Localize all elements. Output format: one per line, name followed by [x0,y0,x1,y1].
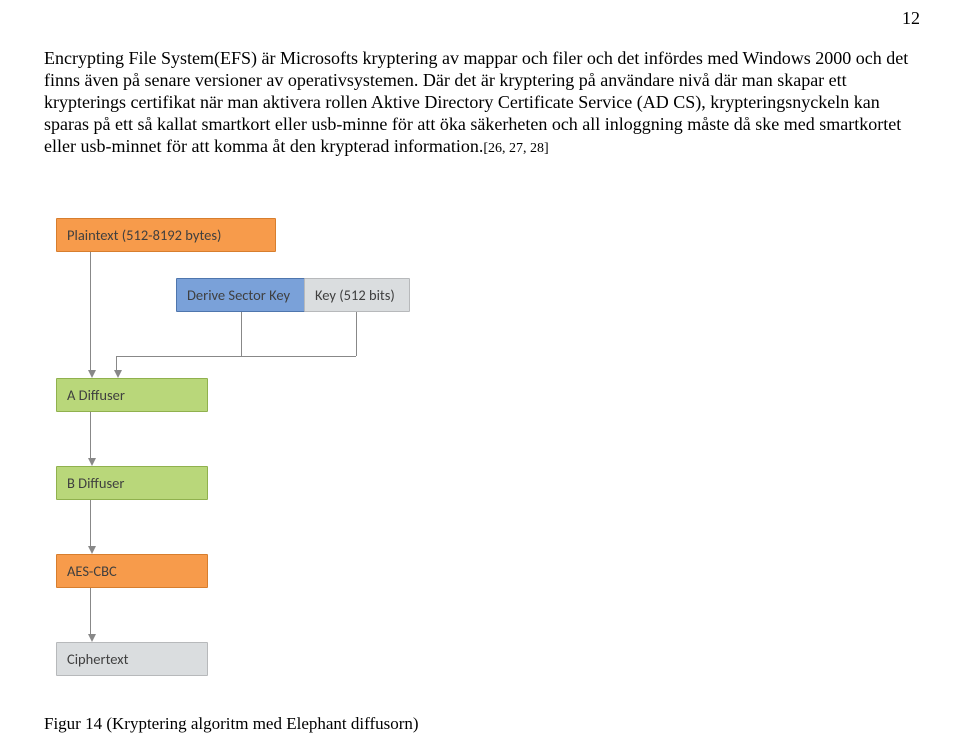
arrowhead-down-icon [88,546,96,554]
page-number: 12 [902,8,920,29]
stage-b-diffuser: B Diffuser [56,466,208,500]
edge-key-down [356,312,357,356]
stage-plaintext: Plaintext (512-8192 bytes) [56,218,276,252]
edge-aescbc-ciphertext [90,588,91,634]
stage-a-diffuser: A Diffuser [56,378,208,412]
edge-bdiffuser-aescbc [90,500,91,546]
stage-label: B Diffuser [67,474,124,492]
stage-label: Key (512 bits) [315,286,395,304]
arrowhead-down-icon [114,370,122,378]
stage-label: Plaintext (512-8192 bytes) [67,226,221,244]
edge-derive-down [241,312,242,356]
stage-label: Ciphertext [67,650,128,668]
edge-merge-horizontal [116,356,356,357]
arrowhead-down-icon [88,634,96,642]
body-paragraph: Encrypting File System(EFS) är Microsoft… [44,48,914,158]
edge-plaintext-adiffuser [90,252,91,370]
arrowhead-down-icon [88,458,96,466]
edge-merge-drop [116,356,117,370]
paragraph-text: Encrypting File System(EFS) är Microsoft… [44,48,908,156]
arrowhead-down-icon [88,370,96,378]
encryption-flow-diagram: Plaintext (512-8192 bytes) Derive Sector… [56,218,576,688]
stage-label: AES-CBC [67,562,117,580]
figure-caption: Figur 14 (Kryptering algoritm med Elepha… [44,714,419,734]
stage-key: Key (512 bits) [304,278,410,312]
stage-label: A Diffuser [67,386,125,404]
edge-adiffuser-bdiffuser [90,412,91,458]
stage-derive-sector-key: Derive Sector Key [176,278,306,312]
reference-marker: [26, 27, 28] [483,141,548,156]
stage-aes-cbc: AES-CBC [56,554,208,588]
stage-ciphertext: Ciphertext [56,642,208,676]
stage-label: Derive Sector Key [187,286,290,304]
